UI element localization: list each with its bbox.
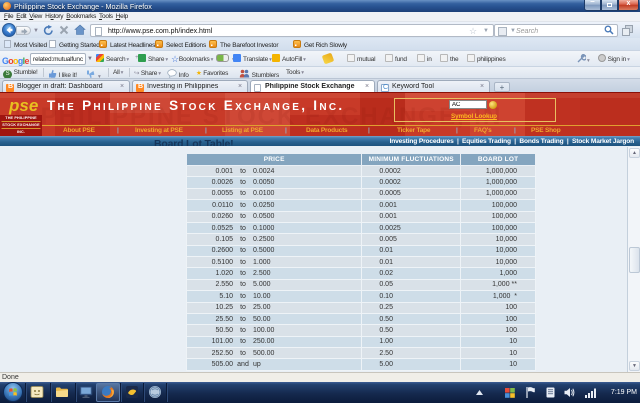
- svg-text:pse: pse: [8, 96, 38, 115]
